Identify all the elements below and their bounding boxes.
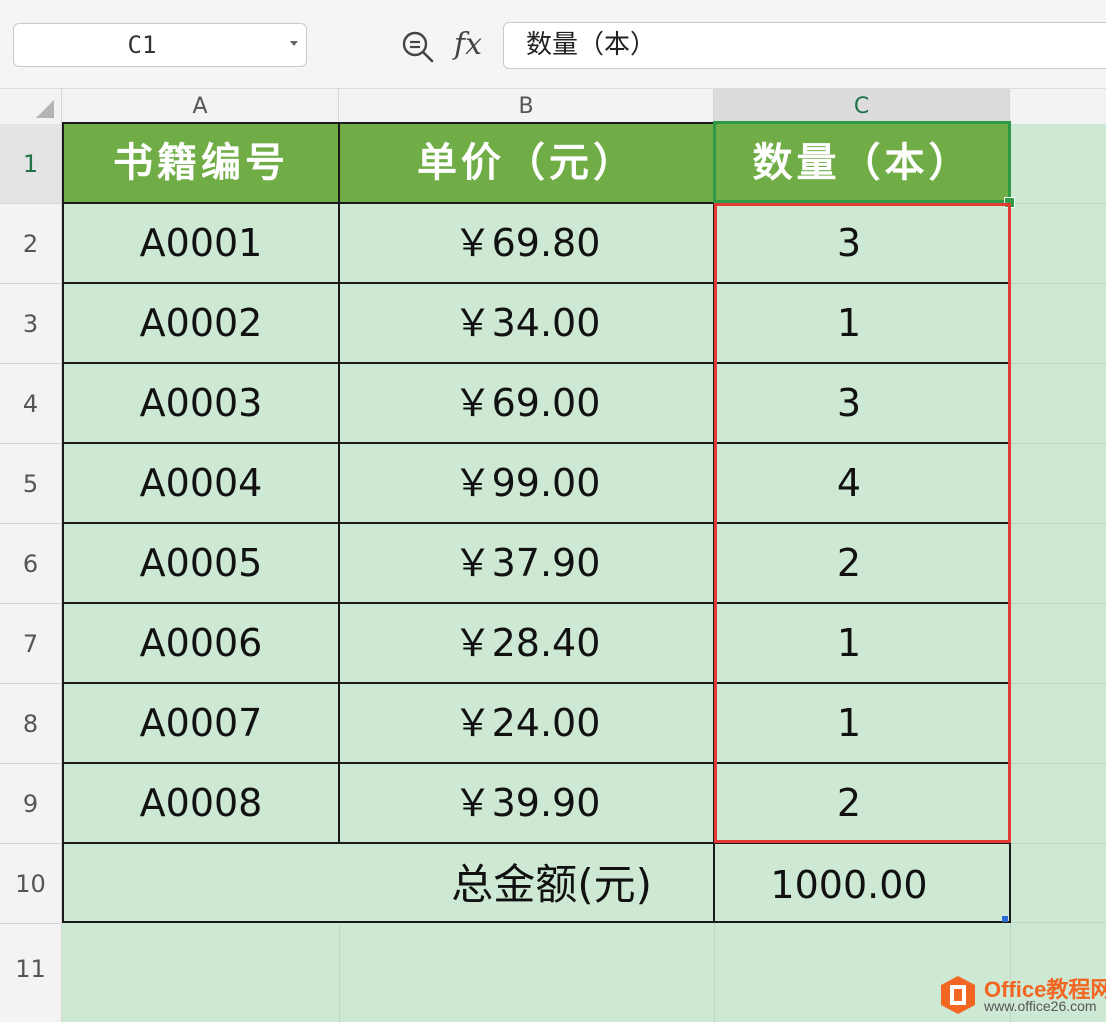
cell-b8[interactable]: ￥24.00 <box>340 684 714 763</box>
formula-input-value: 数量（本） <box>526 30 657 60</box>
table-border-top <box>62 122 1011 124</box>
row-header-4[interactable]: 4 <box>0 364 61 444</box>
table-border <box>62 522 1011 524</box>
header-cell-book-id[interactable]: 书籍编号 <box>63 124 339 203</box>
cell-c2[interactable]: 3 <box>715 204 983 283</box>
table-border <box>62 202 1011 204</box>
cell-b4[interactable]: ￥69.00 <box>340 364 714 443</box>
watermark-url: www.office26.com <box>984 998 1097 1014</box>
cell-a8[interactable]: A0007 <box>63 684 339 763</box>
column-header-d[interactable] <box>1010 89 1106 124</box>
total-label-cell[interactable]: 总金额(元) <box>340 844 714 922</box>
table-border-bottom <box>62 921 1011 923</box>
table-border <box>62 682 1011 684</box>
table-border <box>713 122 715 923</box>
row-header-1[interactable]: 1 <box>0 124 61 204</box>
row-header-7[interactable]: 7 <box>0 604 61 684</box>
function-icon[interactable]: fx <box>454 24 490 66</box>
column-header-c[interactable]: C <box>714 89 1010 124</box>
name-box-value: C1 <box>127 31 157 59</box>
formula-bar: C1 fx 数量（本） <box>0 0 1106 89</box>
cell-b6[interactable]: ￥37.90 <box>340 524 714 603</box>
cell-b2[interactable]: ￥69.80 <box>340 204 714 283</box>
cell-b3[interactable]: ￥34.00 <box>340 284 714 363</box>
row-header-3[interactable]: 3 <box>0 284 61 364</box>
watermark: Office教程网 www.office26.com <box>938 970 1106 1020</box>
total-value-cell[interactable]: 1000.00 <box>715 844 983 922</box>
name-box[interactable]: C1 <box>13 23 307 67</box>
cell-c8[interactable]: 1 <box>715 684 983 763</box>
resize-handle[interactable] <box>1002 916 1008 922</box>
zoom-out-icon[interactable] <box>400 29 436 65</box>
column-header-a[interactable]: A <box>62 89 339 124</box>
row-header-5[interactable]: 5 <box>0 444 61 524</box>
cell-a7[interactable]: A0006 <box>63 604 339 683</box>
table-border <box>62 362 1011 364</box>
fill-handle[interactable] <box>1004 197 1015 208</box>
cell-c3[interactable]: 1 <box>715 284 983 363</box>
cell-b7[interactable]: ￥28.40 <box>340 604 714 683</box>
table-border <box>62 602 1011 604</box>
table-border <box>62 442 1011 444</box>
row-header-column: 1 2 3 4 5 6 7 8 9 10 11 <box>0 124 62 1022</box>
table-border <box>338 122 340 843</box>
table-border-right <box>1009 122 1011 923</box>
cell-b9[interactable]: ￥39.90 <box>340 764 714 843</box>
chevron-down-icon[interactable] <box>290 41 298 46</box>
cell-a10[interactable] <box>63 844 339 922</box>
select-all-button[interactable] <box>0 89 62 124</box>
formula-input[interactable]: 数量（本） <box>503 22 1106 69</box>
row-header-9[interactable]: 9 <box>0 764 61 844</box>
cell-a9[interactable]: A0008 <box>63 764 339 843</box>
cell-a3[interactable]: A0002 <box>63 284 339 363</box>
cell-a5[interactable]: A0004 <box>63 444 339 523</box>
cell-c4[interactable]: 3 <box>715 364 983 443</box>
row-header-11[interactable]: 11 <box>0 924 61 1014</box>
cell-c9[interactable]: 2 <box>715 764 983 843</box>
row-header-8[interactable]: 8 <box>0 684 61 764</box>
cell-b5[interactable]: ￥99.00 <box>340 444 714 523</box>
office-logo-icon <box>941 976 975 1014</box>
cell-a6[interactable]: A0005 <box>63 524 339 603</box>
table-border <box>62 762 1011 764</box>
row-header-10[interactable]: 10 <box>0 844 61 924</box>
row-header-2[interactable]: 2 <box>0 204 61 284</box>
table-border-left <box>62 122 64 923</box>
table-border <box>62 842 1011 844</box>
column-header-row: A B C <box>0 89 1106 125</box>
header-cell-unit-price[interactable]: 单价（元） <box>340 124 714 203</box>
cell-c5[interactable]: 4 <box>715 444 983 523</box>
column-header-b[interactable]: B <box>339 89 714 124</box>
cell-c7[interactable]: 1 <box>715 604 983 683</box>
cell-a2[interactable]: A0001 <box>63 204 339 283</box>
cell-a4[interactable]: A0003 <box>63 364 339 443</box>
cell-c6[interactable]: 2 <box>715 524 983 603</box>
table-border <box>62 282 1011 284</box>
header-cell-quantity[interactable]: 数量（本） <box>715 124 1010 203</box>
row-header-6[interactable]: 6 <box>0 524 61 604</box>
